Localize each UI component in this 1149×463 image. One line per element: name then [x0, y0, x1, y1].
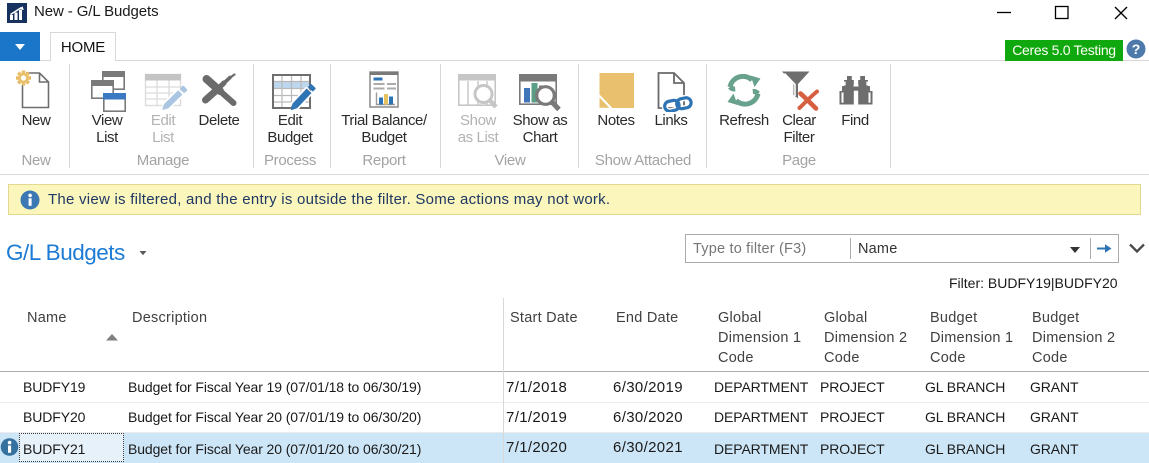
- svg-text:?: ?: [1132, 41, 1141, 57]
